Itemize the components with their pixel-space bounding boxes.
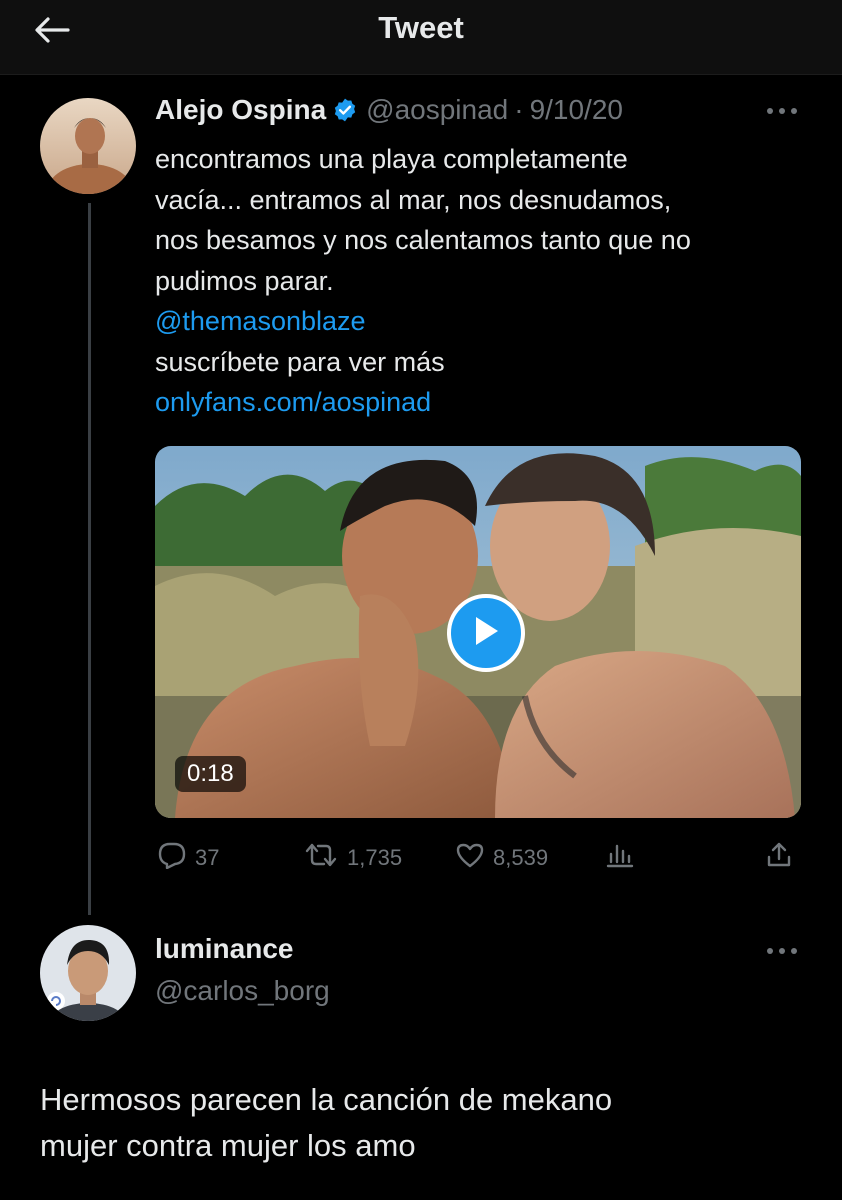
author-handle[interactable]: @aospinad [366, 94, 508, 126]
verified-badge-icon [332, 97, 358, 123]
analytics-button[interactable] [605, 838, 635, 878]
reply-author-avatar[interactable] [40, 925, 136, 1021]
more-horizontal-icon [765, 103, 799, 121]
share-icon [765, 841, 793, 875]
separator-dot: · [514, 94, 524, 125]
tweet-text-line: nos besamos y nos calentamos tanto que n… [155, 225, 691, 255]
more-horizontal-icon [765, 943, 799, 961]
external-link[interactable]: onlyfans.com/aospinad [155, 382, 815, 423]
like-button[interactable]: 8,539 [455, 838, 548, 878]
top-bar: Tweet [0, 0, 842, 75]
author-avatar[interactable] [40, 98, 136, 194]
reply-more-button[interactable] [762, 940, 802, 964]
play-icon [471, 614, 501, 653]
retweet-button[interactable]: 1,735 [303, 838, 402, 878]
reply-author-name[interactable]: luminance [155, 933, 293, 965]
tweet-more-button[interactable] [762, 100, 802, 124]
page-title: Tweet [378, 10, 464, 45]
share-button[interactable] [765, 838, 793, 878]
reply-text-line: Hermosos parecen la canción de mekano [40, 1082, 613, 1117]
reply-icon [157, 841, 187, 875]
thread-connector [88, 203, 91, 915]
tweet-text-line: pudimos parar. [155, 265, 334, 296]
tweet-text: encontramos una playa completamente vací… [155, 139, 815, 423]
reply-text-line: mujer contra mujer los amo [40, 1128, 416, 1163]
author-name[interactable]: Alejo Ospina [155, 94, 326, 126]
like-count: 8,539 [493, 845, 549, 870]
reply-author-handle[interactable]: @carlos_borg [155, 975, 330, 1007]
retweet-count: 1,735 [347, 845, 403, 870]
tweet-header: Alejo Ospina @aospinad · 9/10/20 [155, 94, 623, 126]
analytics-icon [605, 842, 635, 874]
tweet-video[interactable]: 0:18 [155, 446, 801, 818]
tweet-date[interactable]: 9/10/20 [530, 94, 623, 126]
play-button[interactable] [447, 594, 525, 672]
retweet-icon [303, 842, 339, 874]
reply-text: Hermosos parecen la canción de mekano mu… [40, 1077, 820, 1169]
reply-count: 37 [195, 845, 220, 870]
video-duration: 0:18 [175, 756, 246, 792]
tweet-text-line: vacía... entramos al mar, nos desnudamos… [155, 184, 672, 215]
tweet-text-line: encontramos una playa completamente [155, 144, 628, 174]
heart-icon [455, 842, 485, 874]
reply-button[interactable]: 37 [157, 838, 219, 878]
tweet-cta-text: suscríbete para ver más [155, 346, 445, 377]
mention-link[interactable]: @themasonblaze [155, 301, 815, 342]
tweet-actions: 37 1,735 8,539 [155, 838, 805, 878]
